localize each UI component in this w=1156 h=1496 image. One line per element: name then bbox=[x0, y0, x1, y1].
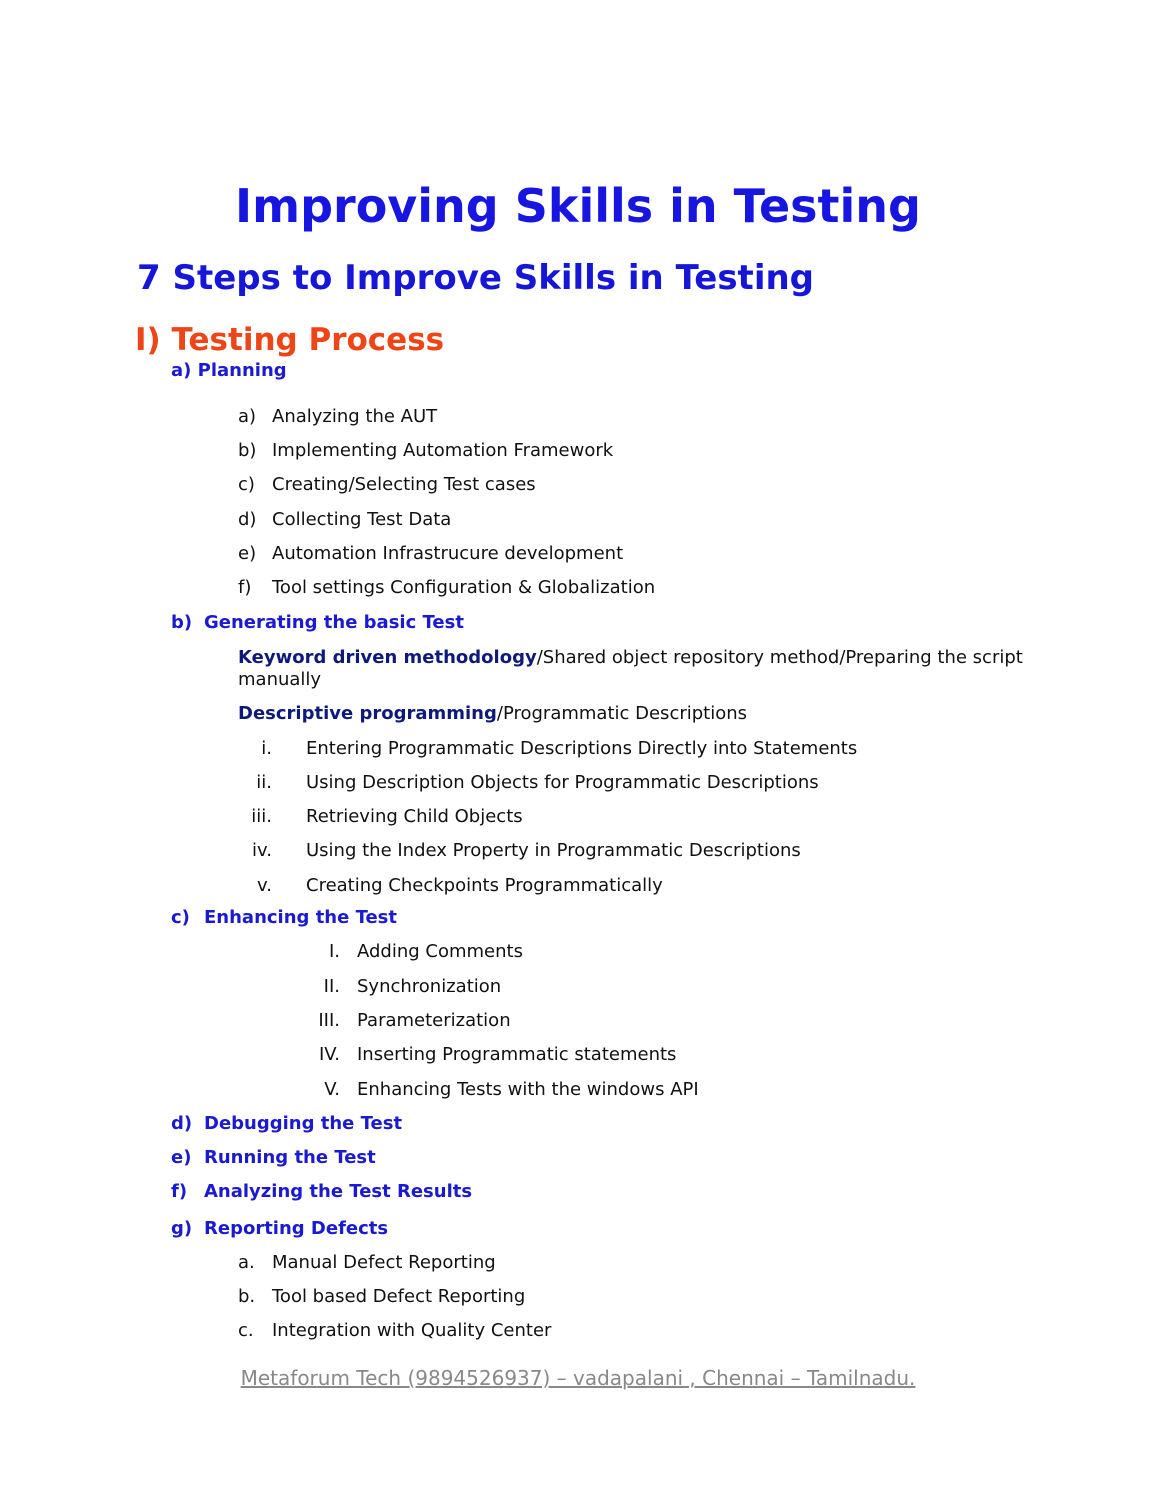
list-item-text: Enhancing Tests with the windows API bbox=[357, 1079, 699, 1100]
descriptive-programming-term: Descriptive programming bbox=[238, 703, 497, 724]
list-marker: v. bbox=[257, 875, 272, 896]
subheading-reporting-defects: Reporting Defects bbox=[204, 1218, 389, 1239]
section-heading-testing-process: I) Testing Process bbox=[135, 322, 445, 358]
list-marker: III. bbox=[318, 1010, 340, 1031]
document-title: Improving Skills in Testing bbox=[235, 179, 921, 233]
list-marker: c) bbox=[238, 474, 255, 495]
list-marker: i. bbox=[261, 738, 272, 759]
subheading-running-test: Running the Test bbox=[204, 1147, 376, 1168]
subheading-planning: a) Planning bbox=[171, 360, 287, 381]
list-item-text: Manual Defect Reporting bbox=[272, 1252, 496, 1273]
list-marker: ii. bbox=[256, 772, 272, 793]
list-item-text: Synchronization bbox=[357, 976, 502, 997]
list-item-text: Tool based Defect Reporting bbox=[272, 1286, 526, 1307]
subheading-marker: f) bbox=[171, 1181, 188, 1202]
list-marker: d) bbox=[238, 509, 257, 530]
list-marker: iv. bbox=[252, 840, 272, 861]
list-marker: IV. bbox=[318, 1044, 340, 1065]
document-subtitle: 7 Steps to Improve Skills in Testing bbox=[137, 258, 815, 298]
list-item-text: Adding Comments bbox=[357, 941, 523, 962]
list-marker: I. bbox=[328, 941, 340, 962]
list-marker: c. bbox=[238, 1320, 254, 1341]
list-marker: II. bbox=[323, 976, 340, 997]
list-item-text: Tool settings Configuration & Globalizat… bbox=[272, 577, 656, 598]
list-item-text: Inserting Programmatic statements bbox=[357, 1044, 677, 1065]
descriptive-programming-paragraph: Descriptive programming/Programmatic Des… bbox=[238, 703, 747, 724]
list-marker: iii. bbox=[251, 806, 272, 827]
list-item-text: Implementing Automation Framework bbox=[272, 440, 614, 461]
descriptive-programming-description: /Programmatic Descriptions bbox=[496, 703, 748, 724]
list-marker: b. bbox=[238, 1286, 256, 1307]
subheading-marker: c) bbox=[171, 907, 190, 928]
keyword-driven-paragraph: Keyword driven methodology/Shared object… bbox=[238, 647, 1028, 691]
list-item-text: Entering Programmatic Descriptions Direc… bbox=[306, 738, 858, 759]
list-item-text: Automation Infrastrucure development bbox=[272, 543, 624, 564]
subheading-marker: g) bbox=[171, 1218, 193, 1239]
keyword-driven-term: Keyword driven methodology bbox=[238, 647, 537, 668]
list-item-text: Parameterization bbox=[357, 1010, 511, 1031]
subheading-marker: e) bbox=[171, 1147, 192, 1168]
list-item-text: Analyzing the AUT bbox=[272, 406, 438, 427]
list-marker: f) bbox=[238, 577, 252, 598]
subheading-marker: d) bbox=[171, 1113, 193, 1134]
list-item-text: Creating Checkpoints Programmatically bbox=[306, 875, 663, 896]
list-item-text: Using the Index Property in Programmatic… bbox=[306, 840, 801, 861]
subheading-analyzing-results: Analyzing the Test Results bbox=[204, 1181, 473, 1202]
footer-link[interactable]: Metaforum Tech (9894526937) – vadapalani… bbox=[0, 1366, 1156, 1390]
subheading-generating-basic-test: Generating the basic Test bbox=[204, 612, 464, 633]
subheading-marker: b) bbox=[171, 612, 193, 633]
list-item-text: Collecting Test Data bbox=[272, 509, 452, 530]
list-item-text: Retrieving Child Objects bbox=[306, 806, 523, 827]
subheading-debugging-test: Debugging the Test bbox=[204, 1113, 403, 1134]
list-item-text: Creating/Selecting Test cases bbox=[272, 474, 536, 495]
list-marker: e) bbox=[238, 543, 257, 564]
list-marker: a. bbox=[238, 1252, 255, 1273]
list-item-text: Integration with Quality Center bbox=[272, 1320, 552, 1341]
list-marker: a) bbox=[238, 406, 257, 427]
list-marker: V. bbox=[324, 1079, 340, 1100]
list-item-text: Using Description Objects for Programmat… bbox=[306, 772, 819, 793]
subheading-enhancing-test: Enhancing the Test bbox=[204, 907, 397, 928]
list-marker: b) bbox=[238, 440, 257, 461]
